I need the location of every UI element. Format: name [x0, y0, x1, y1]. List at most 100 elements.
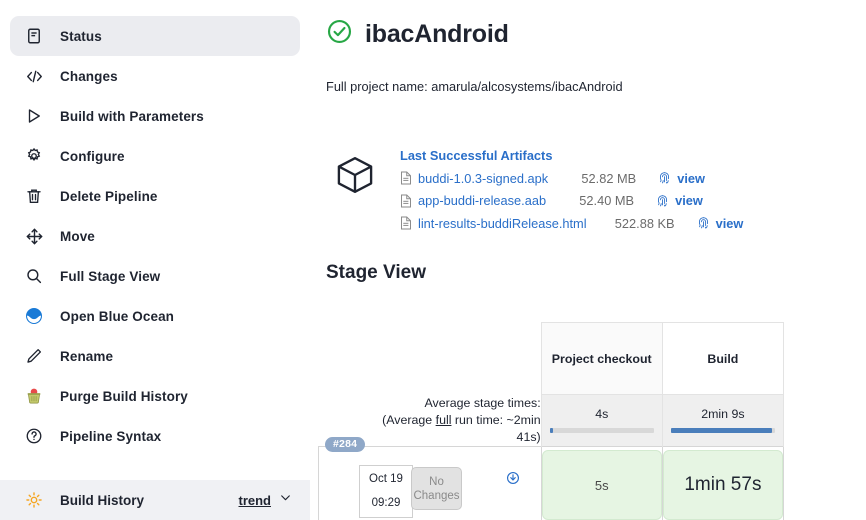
run-info-cell: #284 Oct 19 09:29 No Changes	[318, 436, 542, 520]
download-circle-icon[interactable]	[506, 471, 520, 488]
artifacts-heading-link[interactable]: Last Successful Artifacts	[400, 148, 743, 163]
sidebar-item-pipeline-syntax[interactable]: Pipeline Syntax	[10, 416, 300, 456]
sidebar-item-label: Full Stage View	[60, 268, 161, 284]
project-header: ibacAndroid	[326, 18, 866, 50]
average-line-2-underline: full	[435, 412, 452, 427]
document-icon	[24, 26, 44, 46]
average-time: 4s	[595, 407, 609, 422]
blue-ocean-icon	[24, 306, 44, 326]
sidebar-item-configure[interactable]: Configure	[10, 136, 300, 176]
sidebar-item-label: Build with Parameters	[60, 108, 204, 124]
stage-duration: 5s	[541, 450, 662, 520]
stage-column-header[interactable]: Build	[661, 322, 785, 395]
sidebar-item-rename[interactable]: Rename	[10, 336, 300, 376]
sidebar-item-full-stage-view[interactable]: Full Stage View	[10, 256, 300, 296]
build-history-controls: trend	[239, 491, 293, 509]
run-time: 09:29	[371, 497, 401, 509]
sidebar-item-label: Open Blue Ocean	[60, 308, 175, 324]
stage-header-spacer	[319, 323, 542, 395]
run-info-inner: Oct 19 09:29 No Changes	[319, 452, 541, 518]
average-bar-track	[549, 428, 654, 434]
sidebar-item-open-blue-ocean[interactable]: Open Blue Ocean	[10, 296, 300, 336]
chevron-down-icon[interactable]	[279, 491, 292, 509]
sidebar-item-label: Configure	[60, 148, 125, 164]
artifact-list: Last Successful Artifacts buddi-1.0.3-si…	[400, 146, 743, 235]
average-line-2-post: run time: ~2min	[451, 412, 541, 427]
gear-icon	[24, 146, 44, 166]
artifact-row: app-buddi-release.aab 52.40 MB view	[400, 190, 743, 213]
no-changes-text: No Changes	[413, 475, 460, 502]
sidebar-item-label: Move	[60, 228, 95, 244]
sidebar-item-build-with-parameters[interactable]: Build with Parameters	[10, 96, 300, 136]
average-bar-track	[670, 428, 775, 434]
artifact-name: app-buddi-release.aab	[418, 193, 547, 209]
artifact-size: 52.82 MB	[581, 170, 637, 186]
stage-column-header[interactable]: Project checkout	[540, 322, 663, 395]
artifact-link[interactable]: buddi-1.0.3-signed.apk	[400, 171, 548, 186]
build-history-bar[interactable]: Build History trend	[0, 480, 310, 520]
view-label: view	[677, 170, 705, 186]
last-successful-artifacts: Last Successful Artifacts buddi-1.0.3-si…	[326, 146, 866, 235]
average-cell: 2min 9s	[661, 394, 785, 446]
no-changes-button[interactable]: No Changes	[411, 467, 462, 510]
artifact-row: lint-results-buddiRelease.html 522.88 KB	[400, 212, 743, 235]
view-label: view	[675, 193, 703, 209]
trend-link[interactable]: trend	[239, 493, 272, 508]
sidebar-item-delete-pipeline[interactable]: Delete Pipeline	[10, 176, 300, 216]
sidebar-item-changes[interactable]: Changes	[10, 56, 300, 96]
stage-cell[interactable]: 1min 57s	[661, 445, 785, 520]
stage-duration: 1min 57s	[662, 450, 783, 520]
cube-icon	[326, 146, 384, 235]
magnifier-icon	[24, 266, 44, 286]
success-check-circle-icon	[326, 18, 353, 50]
average-line-2-pre: (Average	[382, 412, 436, 427]
sidebar-item-label: Delete Pipeline	[60, 188, 158, 204]
pencil-icon	[24, 346, 44, 366]
stage-cell[interactable]: 5s	[540, 445, 663, 520]
run-date: Oct 19	[369, 473, 403, 485]
page-title: ibacAndroid	[365, 19, 509, 48]
sidebar-item-purge-build-history[interactable]: Purge Build History	[10, 376, 300, 416]
play-triangle-icon	[24, 106, 44, 126]
file-icon	[401, 194, 411, 208]
artifact-view-link[interactable]: view	[658, 171, 705, 186]
sidebar-item-label: Changes	[60, 68, 118, 84]
average-bar-fill	[549, 428, 553, 434]
run-date-box[interactable]: Oct 19 09:29	[359, 465, 413, 518]
move-arrows-icon	[24, 226, 44, 246]
average-time: 2min 9s	[701, 407, 745, 422]
sidebar-item-label: Purge Build History	[60, 388, 188, 404]
build-history-label: Build History	[60, 492, 145, 508]
fingerprint-icon	[658, 195, 668, 207]
view-label: view	[715, 215, 744, 231]
fingerprint-icon	[698, 217, 708, 229]
artifact-view-link[interactable]: view	[656, 193, 703, 208]
build-number-badge[interactable]: #284	[325, 436, 366, 452]
artifact-size: 52.40 MB	[579, 193, 635, 209]
artifact-link[interactable]: app-buddi-release.aab	[400, 193, 546, 208]
artifact-name: lint-results-buddiRelease.html	[418, 215, 587, 231]
code-brackets-icon	[24, 66, 44, 86]
artifact-row: buddi-1.0.3-signed.apk 52.82 MB view	[400, 167, 743, 190]
stage-header-row: Project checkout Build	[319, 322, 785, 395]
trash-icon	[24, 186, 44, 206]
main-content: ibacAndroid Full project name: amarula/a…	[310, 0, 866, 520]
question-circle-icon	[24, 426, 44, 446]
sidebar: Status Changes Build with Parameters Con…	[0, 0, 310, 520]
average-line-1: Average stage times:	[424, 395, 541, 410]
weather-sun-icon	[24, 490, 44, 510]
average-bar-fill	[670, 428, 772, 434]
file-icon	[401, 171, 411, 185]
sidebar-item-status[interactable]: Status	[10, 16, 300, 56]
jenkins-pipeline-page: Status Changes Build with Parameters Con…	[0, 0, 866, 520]
sidebar-item-label: Status	[60, 28, 102, 44]
table-row: #284 Oct 19 09:29 No Changes 5s 1min 57s	[318, 436, 785, 520]
sidebar-item-label: Pipeline Syntax	[60, 428, 162, 444]
stage-average-row: Average stage times: (Average full run t…	[319, 394, 785, 446]
artifact-view-link[interactable]: view	[697, 215, 744, 231]
average-line-2: (Average full run time: ~2min	[319, 412, 541, 429]
artifact-link[interactable]: lint-results-buddiRelease.html	[400, 216, 587, 231]
fingerprint-icon	[660, 172, 670, 184]
project-full-name: Full project name: amarula/alcosystems/i…	[326, 79, 623, 94]
sidebar-item-move[interactable]: Move	[10, 216, 300, 256]
